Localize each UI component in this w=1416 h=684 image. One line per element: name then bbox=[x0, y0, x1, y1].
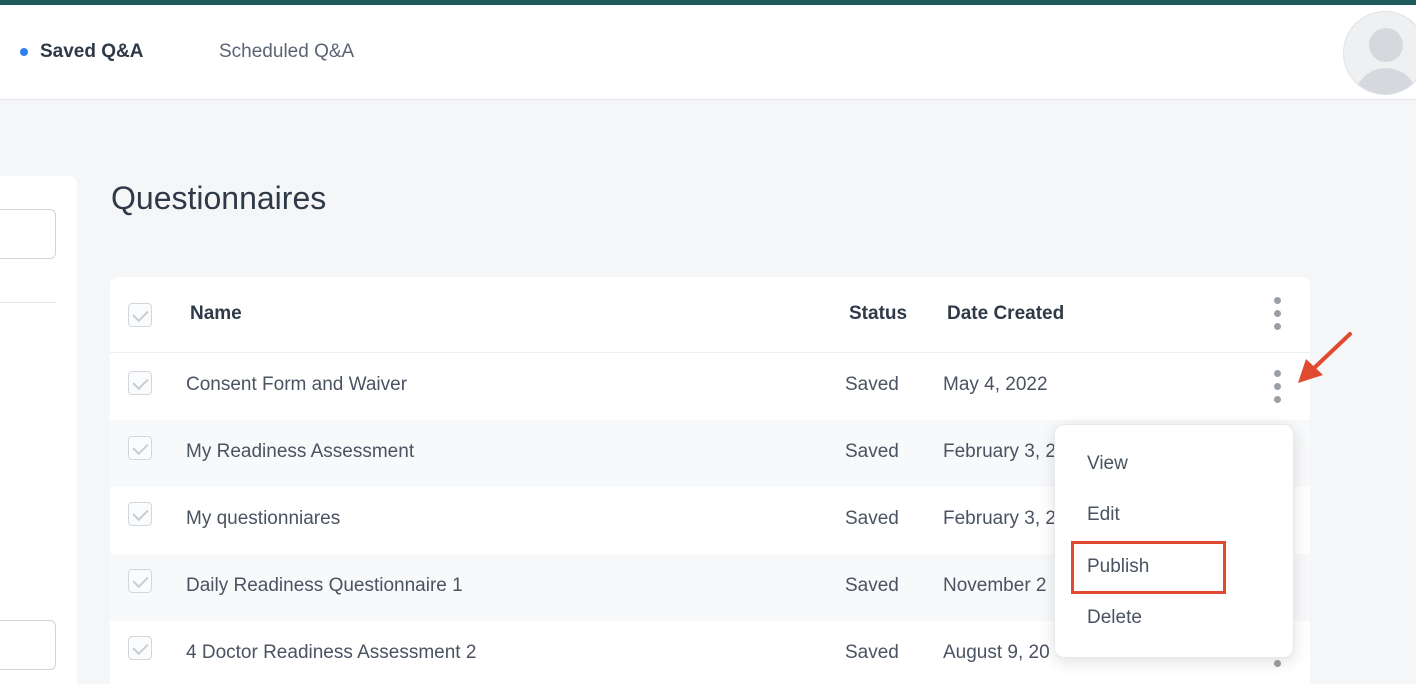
row-date: February 3, 2 bbox=[943, 441, 1056, 462]
row-name: Daily Readiness Questionnaire 1 bbox=[186, 575, 463, 596]
filter-divider bbox=[0, 302, 56, 303]
row-status: Saved bbox=[845, 508, 899, 529]
kebab-vertical-icon[interactable] bbox=[1267, 294, 1287, 334]
row-name: 4 Doctor Readiness Assessment 2 bbox=[186, 642, 477, 663]
row-actions-menu: View Edit Publish Delete bbox=[1054, 424, 1294, 658]
top-header: Saved Q&A Scheduled Q&A bbox=[0, 5, 1416, 100]
filter-input-top[interactable] bbox=[0, 209, 56, 259]
table-header: Name Status Date Created bbox=[110, 277, 1310, 353]
menu-item-edit[interactable]: Edit bbox=[1087, 504, 1120, 526]
row-status: Saved bbox=[845, 575, 899, 596]
tab-scheduled-qa-label: Scheduled Q&A bbox=[219, 41, 355, 62]
row-status: Saved bbox=[845, 441, 899, 462]
filter-input-bottom[interactable] bbox=[0, 620, 56, 670]
menu-item-publish[interactable]: Publish bbox=[1087, 556, 1149, 578]
user-avatar-icon[interactable] bbox=[1343, 11, 1416, 95]
column-header-name[interactable]: Name bbox=[190, 303, 242, 325]
tab-scheduled-qa[interactable]: Scheduled Q&A bbox=[219, 41, 354, 63]
table-row[interactable]: Consent Form and Waiver Saved May 4, 202… bbox=[110, 353, 1310, 420]
kebab-vertical-icon[interactable] bbox=[1267, 367, 1287, 407]
menu-item-view[interactable]: View bbox=[1087, 453, 1128, 475]
select-all-checkbox[interactable] bbox=[128, 303, 152, 327]
avatar-head bbox=[1369, 28, 1403, 62]
row-checkbox[interactable] bbox=[128, 636, 152, 660]
row-checkbox[interactable] bbox=[128, 502, 152, 526]
row-name: My Readiness Assessment bbox=[186, 441, 415, 462]
row-date: May 4, 2022 bbox=[943, 374, 1048, 395]
row-checkbox[interactable] bbox=[128, 569, 152, 593]
row-checkbox[interactable] bbox=[128, 436, 152, 460]
row-name: Consent Form and Waiver bbox=[186, 374, 408, 395]
kebab-vertical-icon[interactable] bbox=[1274, 660, 1281, 667]
row-status: Saved bbox=[845, 642, 899, 663]
row-status: Saved bbox=[845, 374, 899, 395]
row-name: My questionniares bbox=[186, 508, 341, 529]
filter-panel bbox=[0, 176, 77, 684]
tab-saved-qa[interactable]: Saved Q&A bbox=[20, 41, 143, 63]
row-date: November 2 bbox=[943, 575, 1047, 596]
row-date: August 9, 20 bbox=[943, 642, 1050, 663]
avatar-body bbox=[1354, 68, 1416, 94]
page-title: Questionnaires bbox=[111, 180, 327, 216]
menu-item-delete[interactable]: Delete bbox=[1087, 607, 1142, 629]
tab-saved-qa-label: Saved Q&A bbox=[40, 41, 144, 62]
row-checkbox[interactable] bbox=[128, 371, 152, 395]
active-tab-dot-icon bbox=[20, 48, 28, 56]
row-date: February 3, 2 bbox=[943, 508, 1056, 529]
column-header-status[interactable]: Status bbox=[849, 303, 907, 325]
red-arrow-icon bbox=[1298, 332, 1352, 383]
column-header-date-created[interactable]: Date Created bbox=[947, 303, 1064, 325]
